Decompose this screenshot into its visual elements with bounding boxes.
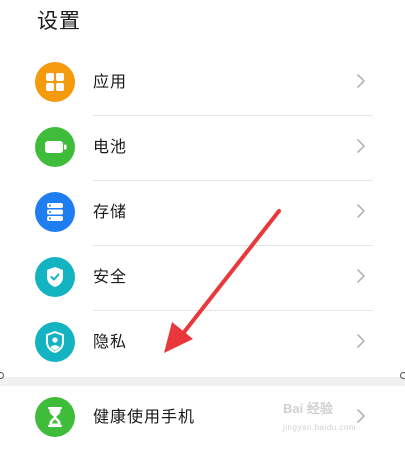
settings-card: 设置 应用 电池 存储 安全 隐私: [0, 0, 405, 377]
settings-item-storage[interactable]: 存储: [0, 180, 405, 244]
page-title: 设置: [37, 9, 81, 33]
settings-item-security[interactable]: 安全: [0, 245, 405, 309]
settings-item-label: 存储: [93, 202, 128, 221]
privacy-shield-icon: [35, 322, 75, 362]
storage-icon: [35, 192, 75, 232]
chevron-right-icon: [356, 73, 366, 93]
settings-item-privacy[interactable]: 隐私: [0, 310, 405, 374]
hourglass-icon: [35, 397, 75, 437]
chevron-right-icon: [356, 333, 366, 353]
settings-item-battery[interactable]: 电池: [0, 115, 405, 179]
watermark-text: Bai 经验: [283, 401, 333, 416]
chevron-right-icon: [356, 138, 366, 158]
edge-marker: [400, 372, 405, 379]
settings-item-label: 应用: [93, 72, 128, 91]
chevron-right-icon: [356, 268, 366, 288]
watermark-url: jingyan.baidu.com: [283, 423, 356, 432]
settings-item-apps[interactable]: 应用: [0, 50, 405, 114]
edge-marker: [0, 372, 4, 379]
settings-item-label: 安全: [93, 267, 128, 286]
shield-check-icon: [35, 257, 75, 297]
battery-icon: [35, 127, 75, 167]
settings-screen: 设置 应用 电池 存储 安全 隐私 健康使用手机 Bai 经验 jingyan.…: [0, 0, 405, 449]
chevron-right-icon: [356, 203, 366, 223]
apps-icon: [35, 62, 75, 102]
watermark: Bai 经验 jingyan.baidu.com: [283, 402, 356, 435]
settings-item-label: 健康使用手机: [93, 407, 196, 426]
settings-item-label: 隐私: [93, 332, 128, 351]
chevron-right-icon: [356, 408, 366, 428]
settings-item-label: 电池: [93, 137, 128, 156]
